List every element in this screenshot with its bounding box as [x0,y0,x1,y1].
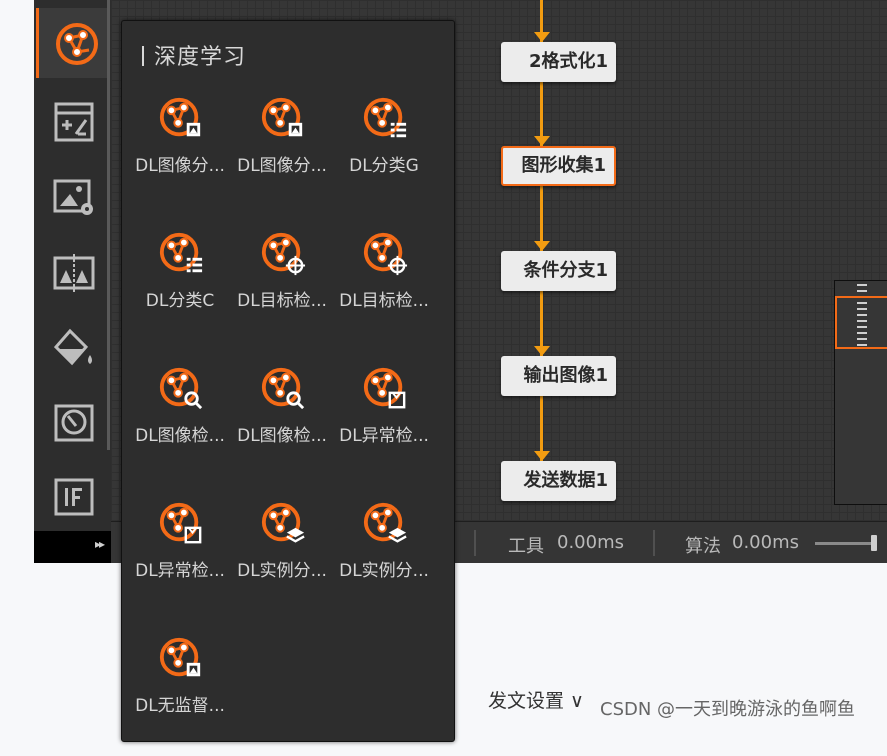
tool-item-label: DL图像分... [237,156,327,176]
tool-item-label: DL目标检... [237,291,327,311]
deep-learning-icon [56,23,98,65]
deep-learning-tool-icon [363,502,407,543]
minimap-viewport[interactable] [835,296,887,349]
tool-item-label: DL异常检... [135,561,225,581]
flow-node-format[interactable]: 2格式化1 [501,42,616,82]
sidebar-item-calculation[interactable] [36,86,110,156]
tool-item-7[interactable]: DL图像检... [129,366,231,486]
flow-node-output-image[interactable]: 输出图像1 [501,356,616,396]
tool-item-6[interactable]: DL目标检... [333,231,435,351]
image-settings-icon [53,179,93,215]
deep-learning-tool-icon [159,502,202,544]
tool-item-label: DL图像分... [135,156,225,176]
image-compare-icon [53,254,95,292]
tool-item-label: DL目标检... [339,291,429,311]
status-divider [653,530,655,556]
publish-settings-dropdown[interactable]: 发文设置 ∨ [488,686,584,713]
deep-learning-tool-icon [363,232,408,276]
tool-item-1[interactable]: DL图像分... [129,96,231,216]
chevron-down-icon: ∨ [564,690,584,712]
flow-node-branch[interactable]: 条件分支1 [501,251,616,291]
tool-time-label: 工具 [508,536,544,557]
if-logic-icon [54,478,94,516]
tool-item-label: DL分类C [145,291,215,311]
deep-learning-tool-icon [159,97,201,137]
flow-arrow [534,32,550,42]
deep-learning-tool-icon [159,232,203,273]
sidebar-item-color-fill[interactable] [36,311,110,381]
tool-item-12[interactable]: DL实例分... [333,501,435,621]
sidebar-scrollbar[interactable] [107,0,110,450]
double-chevron-right-icon: ▸▸ [94,537,105,551]
deep-learning-tool-icon [261,97,303,137]
sidebar-item-deep-learning[interactable] [36,8,110,78]
popup-title: 深度学习 [142,39,246,71]
deep-learning-tool-popup: 深度学习 DL图像分... DL图像分... DL分类G DL分类C DL目标检... D… [121,20,455,742]
tool-item-4[interactable]: DL分类C [129,231,231,351]
sidebar-item-logic[interactable] [36,461,110,531]
tool-category-sidebar: ▸▸ [34,0,111,563]
flow-arrow [534,241,550,251]
tool-item-label: DL分类G [349,156,419,176]
camera-lens-icon [54,404,94,442]
tool-item-label: DL异常检... [339,426,429,446]
tool-item-label: DL图像检... [135,426,225,446]
tool-item-5[interactable]: DL目标检... [231,231,333,351]
sidebar-item-image-compare[interactable] [36,236,110,306]
tool-item-2[interactable]: DL图像分... [231,96,333,216]
flow-arrow [534,346,550,356]
tool-item-label: DL无监督... [135,696,225,716]
flow-arrow [534,451,550,461]
zoom-slider-track[interactable] [815,542,875,545]
tool-item-9[interactable]: DL异常检... [333,366,435,486]
calculator-icon [54,102,94,142]
deep-learning-tool-icon [261,502,305,543]
deep-learning-tool-icon [363,97,407,138]
tool-item-label: DL实例分... [237,561,327,581]
deep-learning-tool-icon [159,367,203,410]
sidebar-expand-button[interactable]: ▸▸ [34,531,111,563]
deep-learning-tool-icon [363,367,406,409]
flow-arrow [534,136,550,146]
tool-item-label: DL实例分... [339,561,429,581]
csdn-watermark: CSDN @一天到晚游泳的鱼啊鱼 [600,699,856,720]
tool-time-value: 0.00ms [557,532,624,553]
tool-item-label: DL图像检... [237,426,327,446]
tool-item-3[interactable]: DL分类G [333,96,435,216]
paint-bucket-icon [53,328,92,366]
sidebar-item-camera[interactable] [36,386,110,456]
tool-item-10[interactable]: DL异常检... [129,501,231,621]
sidebar-item-image-processing[interactable] [36,161,110,231]
tool-item-8[interactable]: DL图像检... [231,366,333,486]
status-divider [474,530,476,556]
flow-node-shape-collect[interactable]: 图形收集1 [501,146,616,186]
algo-time-value: 0.00ms [732,532,799,553]
deep-learning-tool-icon [261,367,305,410]
zoom-slider-thumb[interactable] [871,535,877,551]
algo-time-label: 算法 [685,536,721,557]
deep-learning-tool-icon [159,637,201,677]
tool-item-13[interactable]: DL无监督... [129,636,231,756]
flow-node-send-data[interactable]: 发送数据1 [501,461,616,501]
deep-learning-tool-icon [261,232,306,276]
tool-item-11[interactable]: DL实例分... [231,501,333,621]
